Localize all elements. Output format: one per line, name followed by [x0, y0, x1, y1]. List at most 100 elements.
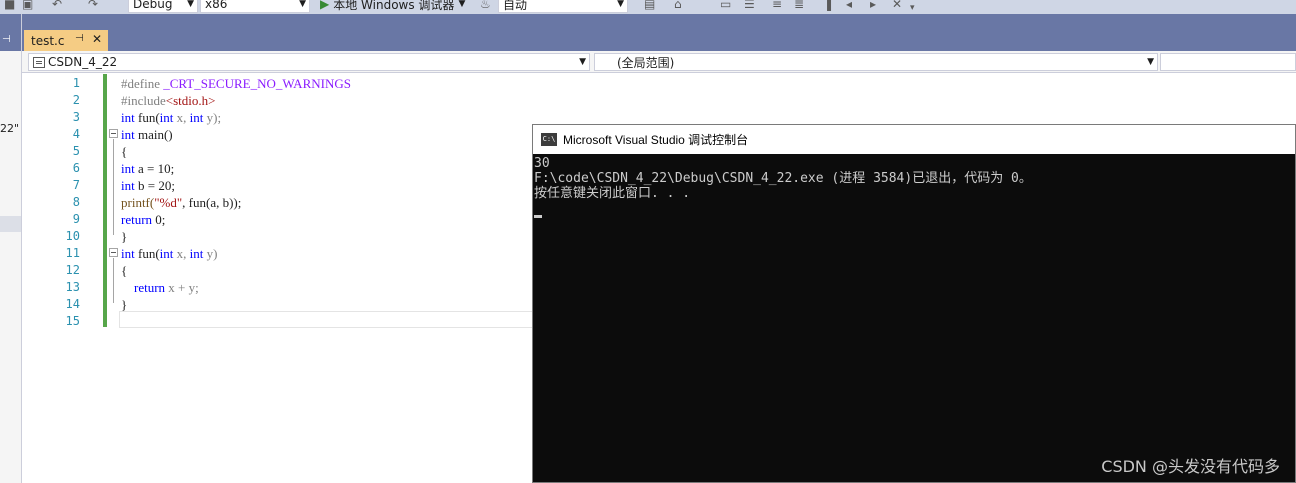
code-line-6: int a = 10; — [121, 160, 174, 177]
home-icon[interactable]: ⌂ — [674, 0, 682, 13]
line-number: 5 — [72, 144, 80, 158]
chevron-down-icon: ▼ — [458, 0, 466, 9]
prev-bookmark-icon[interactable]: ◂ — [846, 0, 852, 13]
console-cursor — [534, 215, 542, 218]
code-line-1: #define _CRT_SECURE_NO_WARNINGS — [121, 75, 351, 92]
parameter: y); — [203, 110, 222, 125]
code-text: x + y; — [165, 280, 199, 295]
console-output-line: 按任意键关闭此窗口. . . — [534, 186, 691, 201]
line-number: 4 — [72, 127, 80, 141]
keyword: int — [189, 246, 204, 261]
redo-icon[interactable]: ↷ — [88, 0, 98, 13]
left-tool-window: ⊣ 22" — [0, 14, 22, 483]
chevron-down-icon: ▼ — [617, 0, 624, 9]
save-all-icon[interactable]: ▣ — [22, 0, 33, 13]
collapse-main-icon[interactable] — [109, 129, 118, 138]
left-panel-selected-row[interactable] — [0, 216, 21, 232]
window-icon[interactable]: ▭ — [720, 0, 731, 13]
clear-bookmarks-icon[interactable]: ✕ — [892, 0, 902, 13]
pin-icon[interactable]: ⊣ — [75, 33, 84, 44]
comment-icon[interactable]: ≡ — [772, 0, 782, 13]
run-mode-value: 自动 — [503, 0, 528, 12]
watermark: CSDN @头发没有代码多 — [1101, 457, 1280, 476]
next-bookmark-icon[interactable]: ▸ — [870, 0, 876, 13]
code-line-5: { — [121, 143, 127, 160]
pin-icon[interactable]: ⊣ — [2, 34, 11, 45]
browser-link-icon[interactable]: ▤ — [644, 0, 655, 13]
console-title-bar[interactable]: C:\ Microsoft Visual Studio 调试控制台 — [533, 125, 1295, 154]
code-line-4: int main() — [121, 126, 173, 143]
string-literal: "%d" — [154, 195, 183, 210]
left-panel-text: 22" — [0, 122, 20, 135]
line-number: 9 — [72, 212, 80, 226]
code-text: a = 10; — [134, 161, 175, 176]
code-line-2: #include<stdio.h> — [121, 92, 215, 109]
code-line-14: } — [121, 296, 127, 313]
function-call: printf( — [121, 195, 155, 210]
line-number: 6 — [72, 161, 80, 175]
save-icon[interactable]: ■ — [4, 0, 15, 13]
project-dropdown[interactable]: CSDN_4_22 ▼ — [28, 53, 590, 71]
change-tracking-bar — [103, 74, 107, 327]
code-line-11: int fun(int x, int y) — [121, 245, 217, 262]
line-number: 1 — [72, 76, 80, 90]
tab-title: test.c — [31, 33, 65, 48]
chevron-down-icon: ▼ — [299, 0, 306, 9]
start-debugging-label: 本地 Windows 调试器 — [333, 0, 455, 12]
function-name: fun( — [134, 246, 160, 261]
line-number: 2 — [72, 93, 80, 107]
code-line-12: { — [121, 262, 127, 279]
chevron-down-icon: ▼ — [1147, 57, 1154, 67]
keyword: int — [121, 110, 135, 125]
code-text: { — [121, 263, 128, 278]
code-line-8: printf("%d", fun(a, b)); — [121, 194, 241, 211]
flame-icon[interactable]: ♨ — [480, 0, 491, 13]
code-line-13: return x + y; — [121, 279, 199, 296]
console-output-line: 30 — [534, 156, 550, 171]
code-text: } — [121, 297, 128, 312]
keyword: int — [159, 110, 174, 125]
solution-config-value: Debug — [133, 0, 173, 11]
code-text: 0; — [152, 212, 166, 227]
run-mode-dropdown[interactable]: 自动 ▼ — [498, 0, 628, 13]
fold-guide — [113, 258, 114, 303]
keyword: int — [121, 246, 135, 261]
code-text: { — [121, 144, 128, 159]
start-debugging-button[interactable]: ▶ 本地 Windows 调试器 ▼ — [320, 0, 465, 13]
tab-test-c[interactable]: test.c ⊣ ✕ — [24, 30, 108, 51]
function-name: fun( — [134, 110, 160, 125]
console-output[interactable]: 30 F:\code\CSDN_4_22\Debug\CSDN_4_22.exe… — [534, 156, 1294, 201]
file-icon — [33, 56, 45, 68]
document-tab-bar: test.c ⊣ ✕ — [22, 14, 1296, 51]
code-line-10: } — [121, 228, 127, 245]
code-text: } — [121, 229, 128, 244]
layout-icon[interactable]: ☰ — [744, 0, 755, 13]
collapse-fun-icon[interactable] — [109, 248, 118, 257]
keyword: int — [121, 178, 135, 193]
member-dropdown[interactable] — [1160, 53, 1296, 71]
keyword: return — [134, 280, 166, 295]
keyword: int — [159, 246, 174, 261]
play-icon: ▶ — [320, 0, 330, 11]
line-number: 15 — [65, 314, 80, 328]
code-line-7: int b = 20; — [121, 177, 175, 194]
platform-value: x86 — [205, 0, 228, 11]
toolbar-options-icon[interactable]: ▾ — [910, 0, 915, 14]
bookmark-icon[interactable]: ❚ — [824, 0, 834, 13]
project-name: CSDN_4_22 — [48, 55, 118, 69]
code-line-9: return 0; — [121, 211, 165, 228]
solution-config-dropdown[interactable]: Debug ▼ — [128, 0, 198, 13]
scope-dropdown[interactable]: (全局范围) ▼ — [594, 53, 1158, 71]
code-text: b = 20; — [134, 178, 175, 193]
close-icon[interactable]: ✕ — [92, 32, 102, 46]
debug-console-window[interactable]: C:\ Microsoft Visual Studio 调试控制台 30 F:\… — [532, 124, 1296, 483]
line-number: 12 — [65, 263, 80, 277]
uncomment-icon[interactable]: ≣ — [794, 0, 804, 13]
keyword: int — [121, 127, 135, 142]
undo-icon[interactable]: ↶ — [52, 0, 62, 13]
platform-dropdown[interactable]: x86 ▼ — [200, 0, 310, 13]
console-output-line: F:\code\CSDN_4_22\Debug\CSDN_4_22.exe (进… — [534, 171, 1032, 186]
line-number: 10 — [65, 229, 80, 243]
scope-value: (全局范围) — [617, 55, 675, 70]
